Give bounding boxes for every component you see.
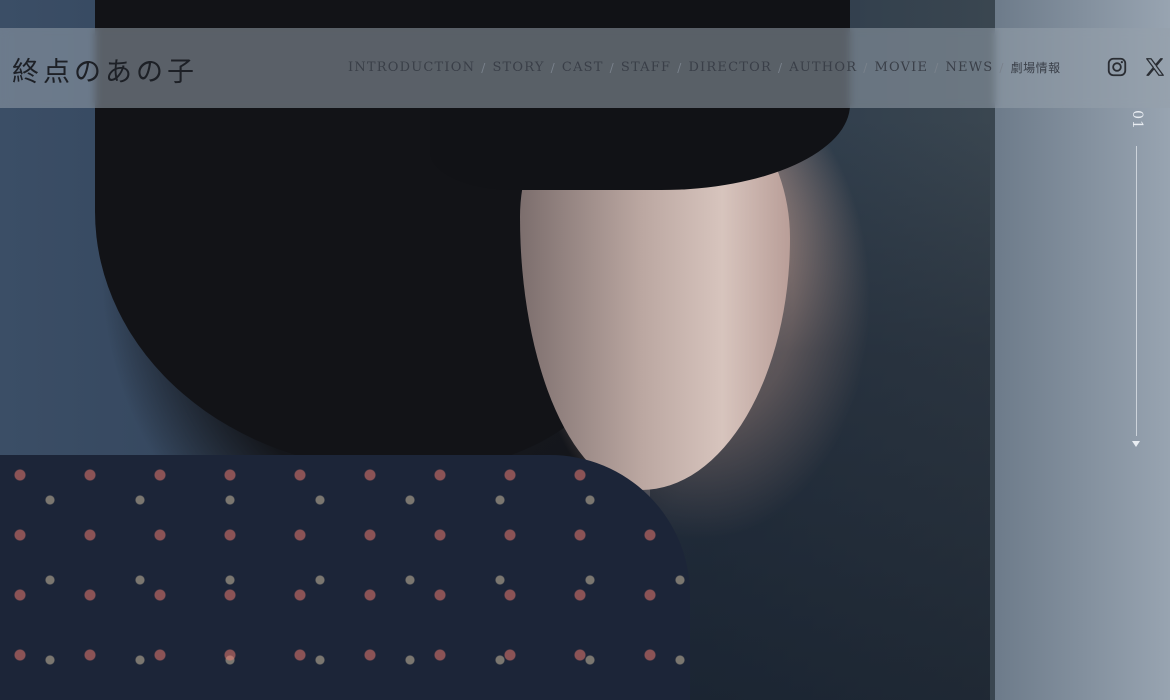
site-logo[interactable]: 終点のあの子 [12, 50, 198, 89]
social-links [1106, 56, 1166, 78]
main-nav: INTRODUCTION / STORY / CAST / STAFF / DI… [348, 59, 1061, 76]
x-link[interactable] [1144, 56, 1166, 78]
nav-author[interactable]: AUTHOR [789, 60, 857, 75]
nav-movie[interactable]: MOVIE [874, 60, 928, 75]
instagram-link[interactable] [1106, 56, 1128, 78]
instagram-icon [1107, 57, 1127, 77]
nav-separator: / [481, 60, 487, 75]
nav-separator: / [609, 60, 615, 75]
scroll-track [1136, 146, 1137, 436]
x-icon [1146, 58, 1164, 76]
nav-story[interactable]: STORY [492, 60, 544, 75]
scroll-indicator: 01 [1124, 108, 1150, 453]
header-bar: 終点のあの子 INTRODUCTION / STORY / CAST / STA… [0, 28, 1170, 108]
nav-staff[interactable]: STAFF [621, 60, 671, 75]
nav-separator: / [999, 60, 1005, 75]
nav-cast[interactable]: CAST [562, 60, 604, 75]
nav-introduction[interactable]: INTRODUCTION [348, 60, 475, 75]
nav-theater-info[interactable]: 劇場情報 [1011, 59, 1061, 76]
nav-separator: / [677, 60, 683, 75]
slide-number: 01 [1129, 110, 1145, 130]
floral-shirt [0, 455, 690, 700]
nav-separator: / [550, 60, 556, 75]
nav-news[interactable]: NEWS [945, 60, 993, 75]
scroll-down-arrow-icon[interactable] [1132, 441, 1140, 447]
nav-separator: / [934, 60, 940, 75]
nav-separator: / [777, 60, 784, 75]
nav-director[interactable]: DIRECTOR [688, 60, 772, 75]
nav-separator: / [863, 60, 869, 75]
